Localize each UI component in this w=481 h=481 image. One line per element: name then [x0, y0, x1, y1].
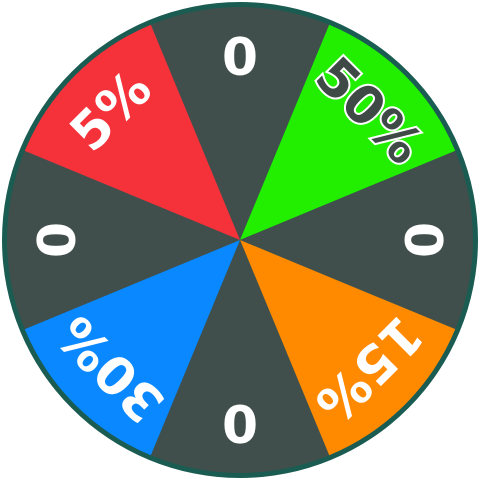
prize-wheel[interactable]: 0 50% 0 15% 0 30% 0 5% [0, 0, 481, 481]
wheel-segment-label: 0 [28, 222, 88, 258]
wheel-segment-label: 0 [222, 392, 258, 452]
wheel-segment-label: 0 [222, 28, 258, 88]
prize-wheel-graphic[interactable]: 0 50%015%030%05% [0, 0, 481, 481]
wheel-segment-label: 0 [392, 222, 452, 258]
